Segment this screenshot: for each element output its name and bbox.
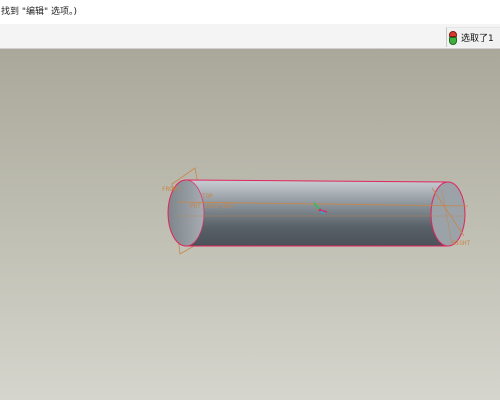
- traffic-light-icon: [449, 30, 457, 45]
- csys-label: PRT_CSYS_DEF: [190, 203, 234, 210]
- right-datum-label: RIGHT: [452, 240, 470, 247]
- message-area-lower: [0, 24, 500, 49]
- top-datum-label: TOP: [202, 193, 213, 200]
- message-area: 找到 "编辑" 选项。): [0, 0, 500, 24]
- selection-status-text: 选取了1: [461, 34, 494, 44]
- graphics-viewport[interactable]: FRONT TOP RIGHT PRT_CSYS_DEF: [0, 49, 500, 400]
- model-canvas[interactable]: FRONT TOP RIGHT PRT_CSYS_DEF: [0, 49, 500, 400]
- selection-status-box[interactable]: 选取了1: [446, 27, 500, 47]
- cylinder-body[interactable]: [167, 179, 466, 247]
- message-text: 找到 "编辑" 选项。): [1, 7, 78, 17]
- front-datum-label: FRONT: [162, 186, 180, 193]
